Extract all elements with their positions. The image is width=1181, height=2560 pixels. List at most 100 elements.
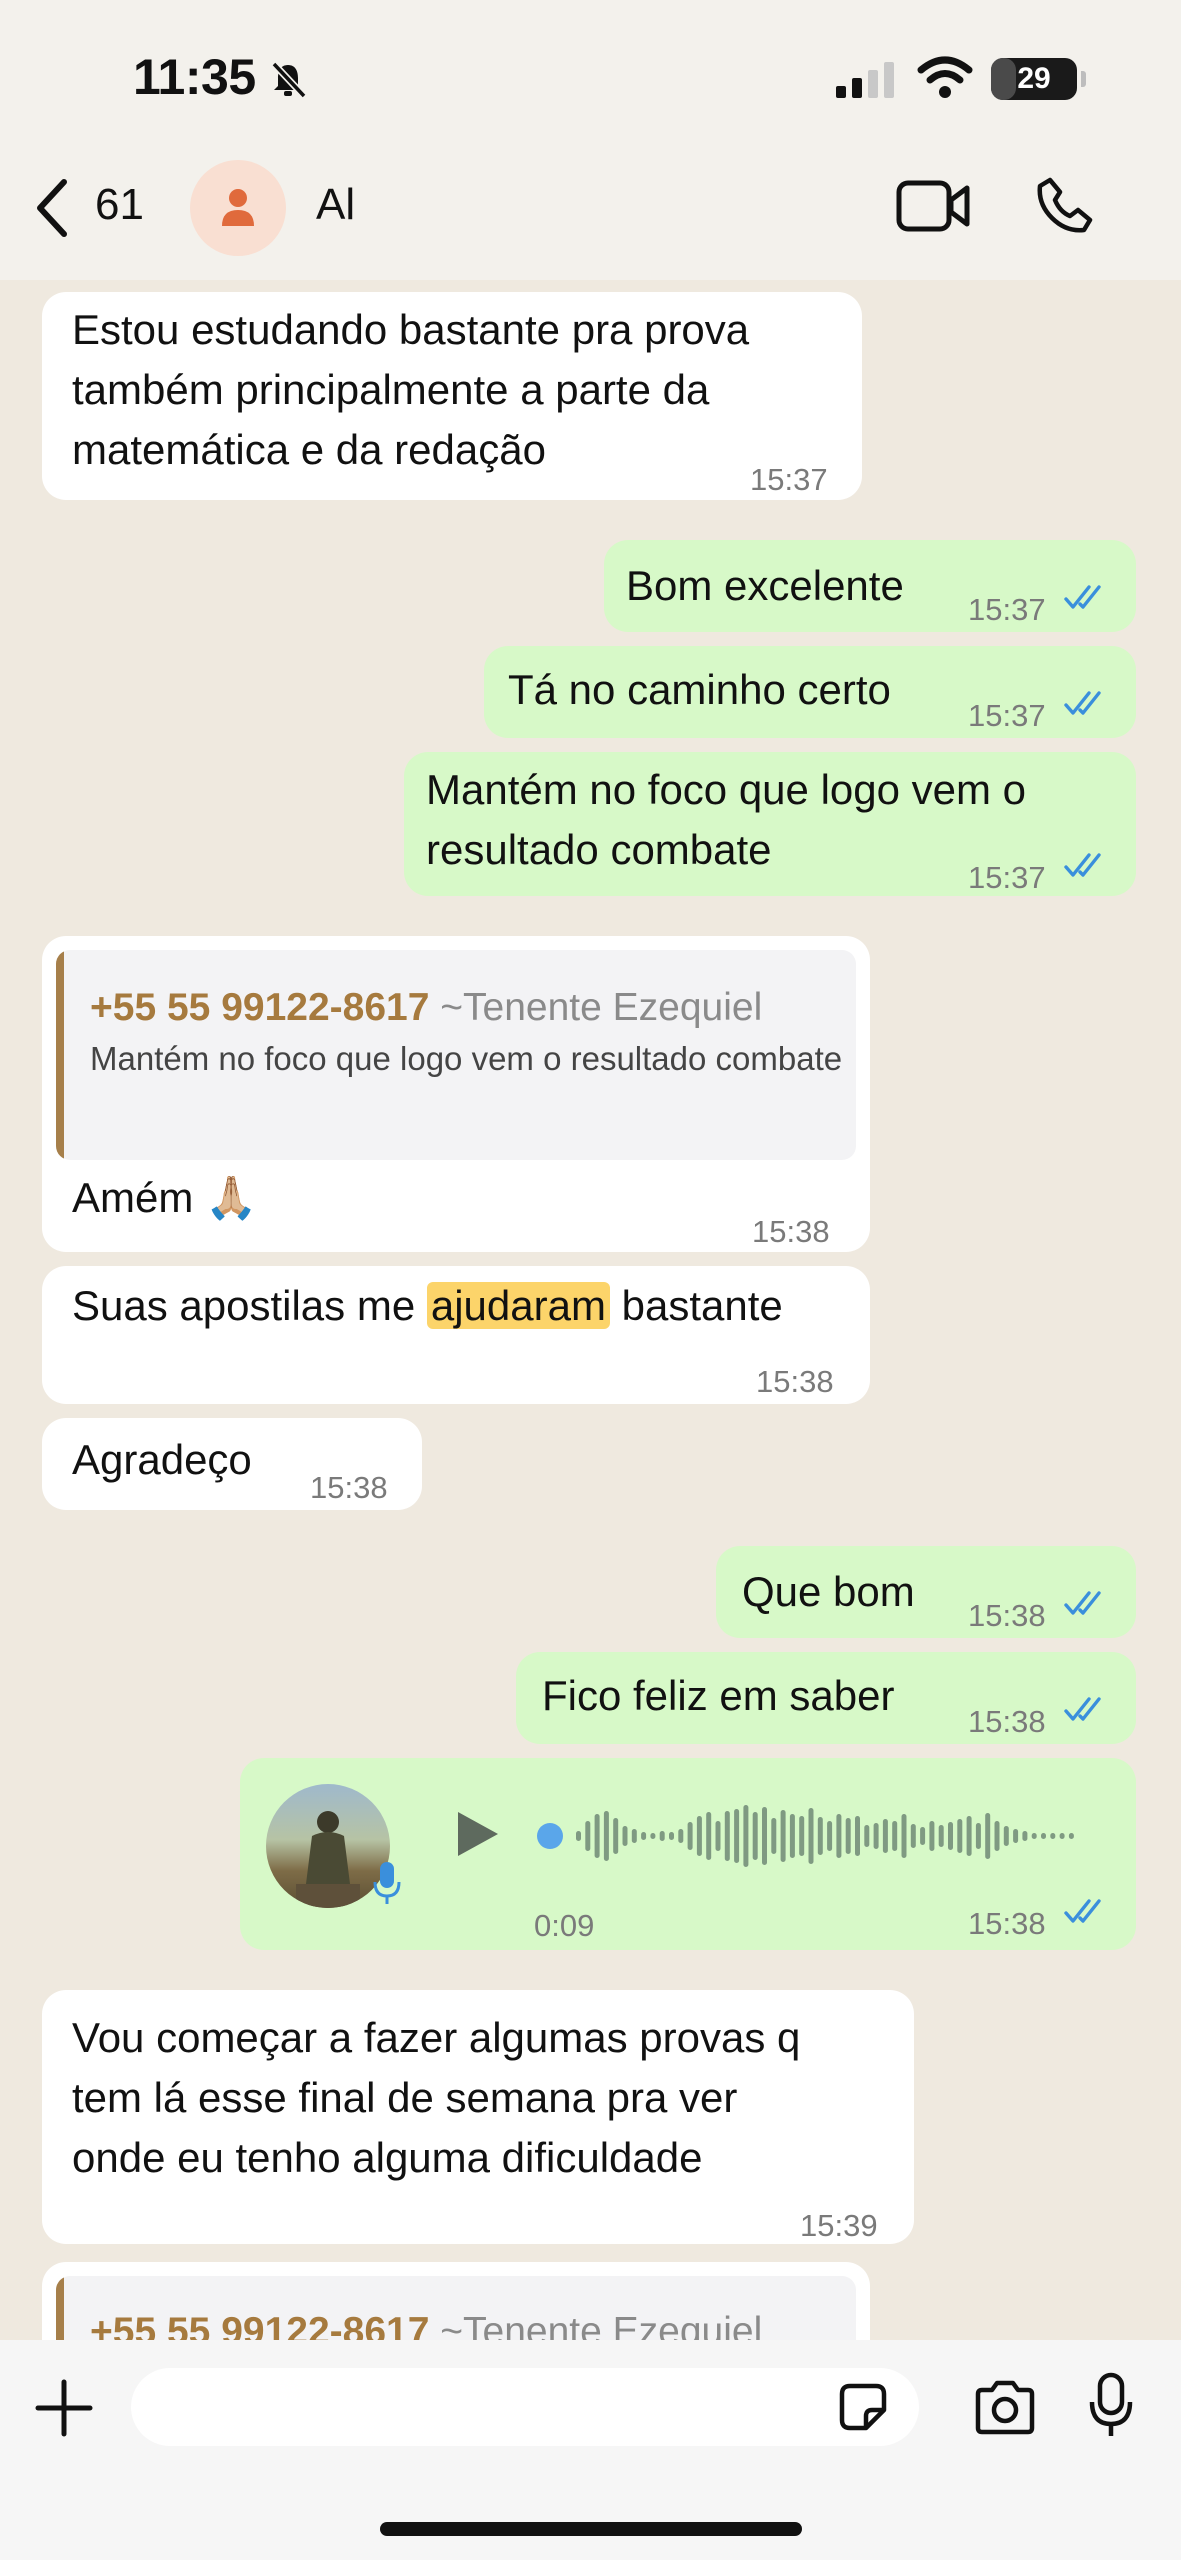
message-input[interactable]: [131, 2368, 919, 2446]
waveform-bar: [966, 1816, 972, 1856]
waveform-bar: [901, 1814, 907, 1858]
waveform-bar: [715, 1821, 721, 1851]
waveform-bar: [920, 1827, 926, 1845]
double-check-icon: [1064, 853, 1101, 877]
waveform-bar: [659, 1831, 665, 1841]
message-text: Vou começar a fazer algumas provas q tem…: [72, 2014, 801, 2181]
video-call-icon[interactable]: [896, 178, 970, 234]
waveform-bar: [771, 1818, 777, 1854]
battery-percent: 29: [1017, 62, 1051, 95]
camera-icon[interactable]: [972, 2378, 1038, 2436]
signal-icon: [836, 62, 894, 98]
waveform-bar: [706, 1812, 712, 1860]
waveform-bar: [882, 1819, 888, 1853]
message-incoming[interactable]: Agradeço 15:38: [42, 1418, 422, 1510]
home-indicator: [380, 2522, 802, 2536]
sticker-icon[interactable]: [836, 2380, 890, 2434]
waveform-bar: [585, 1821, 591, 1851]
message-text: Fico feliz em saber: [542, 1672, 895, 1719]
waveform-bar: [817, 1817, 823, 1855]
message-text-part: bastante: [609, 1282, 783, 1329]
waveform-bar: [836, 1814, 842, 1858]
waveform-bar: [892, 1821, 898, 1851]
waveform-bar: [752, 1812, 758, 1860]
message-time: 15:39: [800, 2208, 878, 2243]
waveform-bar: [631, 1829, 637, 1843]
message-outgoing[interactable]: Bom excelente 15:37: [604, 540, 1136, 632]
waveform-bar: [948, 1822, 953, 1850]
quote-sender: +55 55 99122-8617 ~Tenente Ezequiel: [90, 978, 762, 1038]
waveform-bar: [864, 1825, 870, 1847]
quote-sender-name: ~Tenente Ezequiel: [440, 986, 763, 1029]
waveform-bar: [696, 1816, 702, 1856]
message-outgoing[interactable]: Que bom 15:38: [716, 1546, 1136, 1638]
voice-waveform[interactable]: [536, 1798, 1096, 1874]
double-check-icon: [1064, 691, 1101, 715]
voice-duration: 0:09: [534, 1908, 595, 1943]
message-incoming[interactable]: Vou começar a fazer algumas provas q tem…: [42, 1990, 914, 2244]
play-icon[interactable]: [452, 1808, 502, 1860]
double-check-icon: [1064, 1899, 1101, 1923]
waveform-bar: [808, 1808, 814, 1864]
waveform-bar: [994, 1821, 1000, 1851]
mic-badge-icon: [373, 1862, 401, 1904]
waveform-bar: [1068, 1833, 1074, 1839]
waveform-bar: [1041, 1833, 1046, 1839]
waveform-bar: [734, 1809, 740, 1863]
waveform-bar: [789, 1814, 795, 1858]
message-incoming[interactable]: Estou estudando bastante pra prova també…: [42, 292, 862, 500]
contact-name[interactable]: Al: [316, 180, 355, 230]
waveform-bar: [678, 1829, 684, 1843]
quoted-message[interactable]: +55 55 99122-8617 ~Tenente Ezequiel Mant…: [56, 950, 856, 1160]
message-time: 15:37: [968, 860, 1046, 895]
waveform-bar: [873, 1823, 879, 1849]
message-text: Suas apostilas me ajudaram bastante: [72, 1276, 783, 1336]
waveform-bar: [1050, 1833, 1056, 1839]
double-check-icon: [1064, 1697, 1101, 1721]
waveform-bar: [1022, 1831, 1028, 1841]
waveform-bar: [1031, 1833, 1037, 1839]
message-time: 15:38: [968, 1704, 1046, 1739]
message-incoming-reply[interactable]: +55 55 99122-8617 ~Tenente Ezequiel Mant…: [42, 936, 870, 1252]
unread-count[interactable]: 61: [95, 180, 144, 230]
waveform-bar: [929, 1821, 935, 1851]
waveform-bar: [910, 1824, 916, 1848]
person-icon: [222, 189, 254, 226]
waveform-bar: [855, 1816, 860, 1856]
double-check-icon: [1064, 585, 1101, 609]
waveform-bar: [622, 1826, 628, 1846]
message-outgoing[interactable]: Tá no caminho certo 15:37: [484, 646, 1136, 738]
message-time: 15:37: [750, 462, 828, 497]
message-time: 15:38: [968, 1906, 1046, 1941]
message-outgoing[interactable]: Mantém no foco que logo vem o resultado …: [404, 752, 1136, 896]
message-text: Agradeço: [72, 1436, 252, 1483]
battery-indicator: 29: [991, 58, 1086, 100]
waveform-bar: [845, 1818, 851, 1854]
message-text: Tá no caminho certo: [508, 666, 891, 713]
waveform-bar: [603, 1811, 609, 1861]
waveform-bar: [827, 1821, 833, 1851]
message-time: 15:38: [756, 1364, 834, 1399]
waveform-bar: [724, 1811, 730, 1861]
waveform-bar: [780, 1810, 786, 1862]
mic-icon[interactable]: [1088, 2372, 1134, 2440]
waveform-bar: [762, 1807, 767, 1865]
waveform-bar: [613, 1818, 619, 1854]
waveform-bar: [957, 1819, 963, 1853]
plus-icon[interactable]: [34, 2378, 94, 2438]
avatar[interactable]: [190, 160, 286, 256]
playback-position-dot[interactable]: [537, 1823, 563, 1849]
waveform-bar: [743, 1805, 749, 1867]
voice-message[interactable]: 0:09 15:38: [240, 1758, 1136, 1950]
waveform-bar: [1013, 1829, 1019, 1843]
phone-icon[interactable]: [1036, 176, 1094, 234]
waveform-bar: [576, 1831, 581, 1841]
message-incoming[interactable]: Suas apostilas me ajudaram bastante 15:3…: [42, 1266, 870, 1404]
message-outgoing[interactable]: Fico feliz em saber 15:38: [516, 1652, 1136, 1744]
waveform-bar: [594, 1814, 600, 1858]
double-check-icon: [1064, 1591, 1101, 1615]
message-text: Estou estudando bastante pra prova també…: [72, 306, 750, 473]
back-chevron-icon[interactable]: [34, 178, 70, 238]
quote-sender-number: +55 55 99122-8617: [90, 986, 430, 1029]
message-text: Que bom: [742, 1568, 915, 1615]
